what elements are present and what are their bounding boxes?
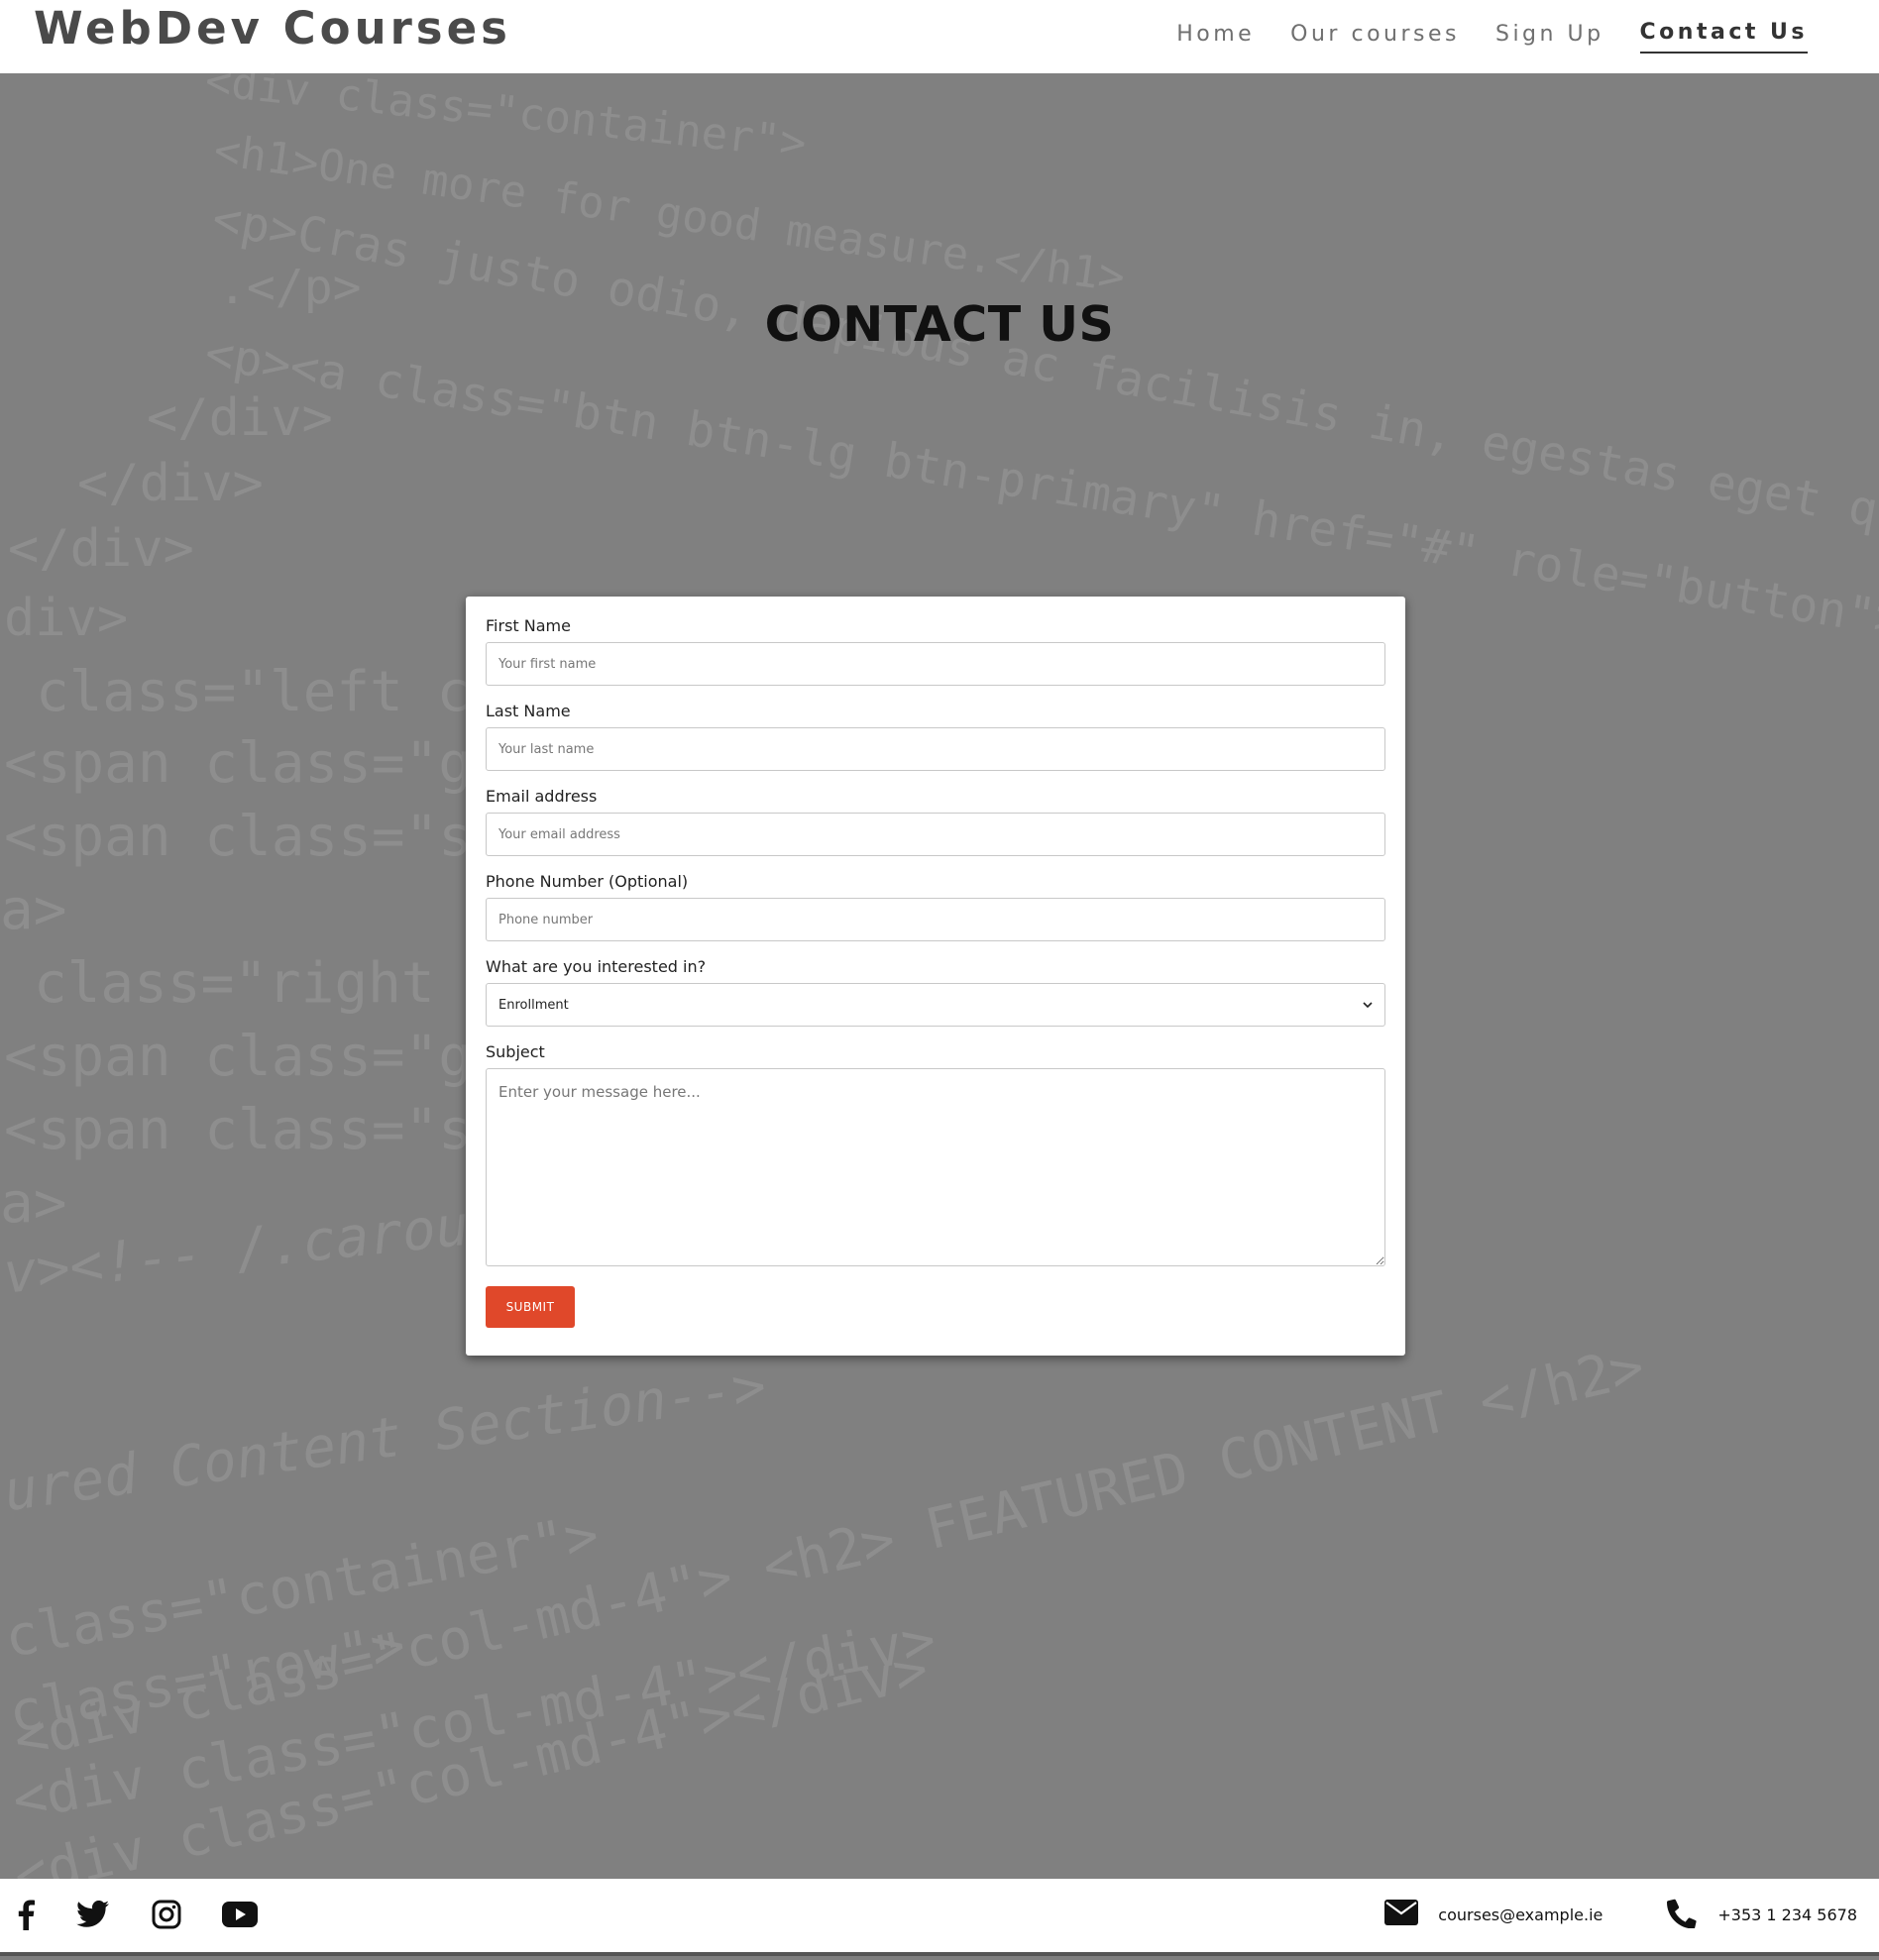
subject-group: Subject: [486, 1042, 1385, 1270]
code-line: <p>Cras justo odio, dapibus ac facilisis…: [208, 190, 1879, 559]
code-line: a>: [0, 1171, 67, 1236]
interest-label: What are you interested in?: [486, 957, 707, 976]
interest-selected-value: Enrollment: [498, 997, 569, 1013]
email-contact[interactable]: courses@example.ie: [1384, 1900, 1603, 1929]
code-line: div>: [4, 589, 129, 648]
code-line: </div>: [147, 388, 333, 448]
hero-section: <div class="container"> <h1>One more for…: [0, 73, 1879, 1879]
code-line: </div>: [8, 519, 194, 579]
page-title: CONTACT US: [764, 296, 1115, 353]
first-name-input[interactable]: [486, 642, 1385, 686]
code-line: <div class="container">: [202, 73, 809, 169]
last-name-group: Last Name: [486, 702, 1385, 771]
code-line: <h1>One more for good measure.</h1>: [210, 125, 1129, 303]
twitter-icon[interactable]: [73, 1895, 113, 1934]
first-name-group: First Name: [486, 616, 1385, 686]
last-name-label: Last Name: [486, 702, 571, 720]
nav-sign-up[interactable]: Sign Up: [1495, 16, 1604, 54]
phone-label: Phone Number (Optional): [486, 872, 689, 891]
code-line: ured Content Section-->: [0, 1354, 770, 1525]
contact-info: courses@example.ie +353 1 234 5678: [1384, 1897, 1857, 1932]
code-line: class="container">: [0, 1502, 604, 1672]
nav-contact-us[interactable]: Contact Us: [1639, 16, 1808, 54]
social-links: [12, 1895, 260, 1934]
first-name-label: First Name: [486, 616, 571, 635]
phone-icon: [1666, 1897, 1698, 1932]
footer-phone[interactable]: +353 1 234 5678: [1717, 1906, 1857, 1924]
interest-group: What are you interested in? Enrollment: [486, 957, 1385, 1027]
facebook-icon[interactable]: [12, 1895, 40, 1934]
code-line: <div class="col-md-4"></div>: [8, 1636, 935, 1879]
phone-contact[interactable]: +353 1 234 5678: [1666, 1897, 1857, 1932]
instagram-icon[interactable]: [147, 1895, 186, 1934]
phone-group: Phone Number (Optional): [486, 872, 1385, 941]
nav-our-courses[interactable]: Our courses: [1290, 16, 1460, 54]
code-line: a>: [0, 878, 67, 942]
code-line: class="row">: [4, 1612, 410, 1747]
footer-email[interactable]: courses@example.ie: [1438, 1906, 1603, 1924]
email-group: Email address: [486, 787, 1385, 856]
brand-logo[interactable]: WebDev Courses: [34, 0, 511, 57]
subject-textarea[interactable]: [486, 1068, 1385, 1266]
last-name-input[interactable]: [486, 727, 1385, 771]
subject-label: Subject: [486, 1042, 545, 1061]
chevron-down-icon: [1363, 998, 1373, 1012]
submit-button[interactable]: SUBMIT: [486, 1286, 575, 1328]
email-input[interactable]: [486, 813, 1385, 856]
main-nav: Home Our courses Sign Up Contact Us: [1176, 16, 1808, 54]
youtube-icon[interactable]: [220, 1895, 260, 1934]
contact-form: First Name Last Name Email address Phone…: [466, 597, 1405, 1356]
site-footer: courses@example.ie +353 1 234 5678: [0, 1879, 1879, 1956]
nav-home[interactable]: Home: [1176, 16, 1255, 54]
phone-input[interactable]: [486, 898, 1385, 941]
code-line: </div>: [77, 454, 264, 513]
site-header: WebDev Courses Home Our courses Sign Up …: [0, 0, 1879, 73]
code-line: <div class="col-md-4"></div>: [8, 1607, 940, 1834]
interest-select[interactable]: Enrollment: [486, 983, 1385, 1027]
envelope-icon: [1384, 1900, 1419, 1929]
code-line: <div class="col-md-4"> <h2> FEATURED CON…: [8, 1334, 1651, 1774]
email-label: Email address: [486, 787, 598, 806]
